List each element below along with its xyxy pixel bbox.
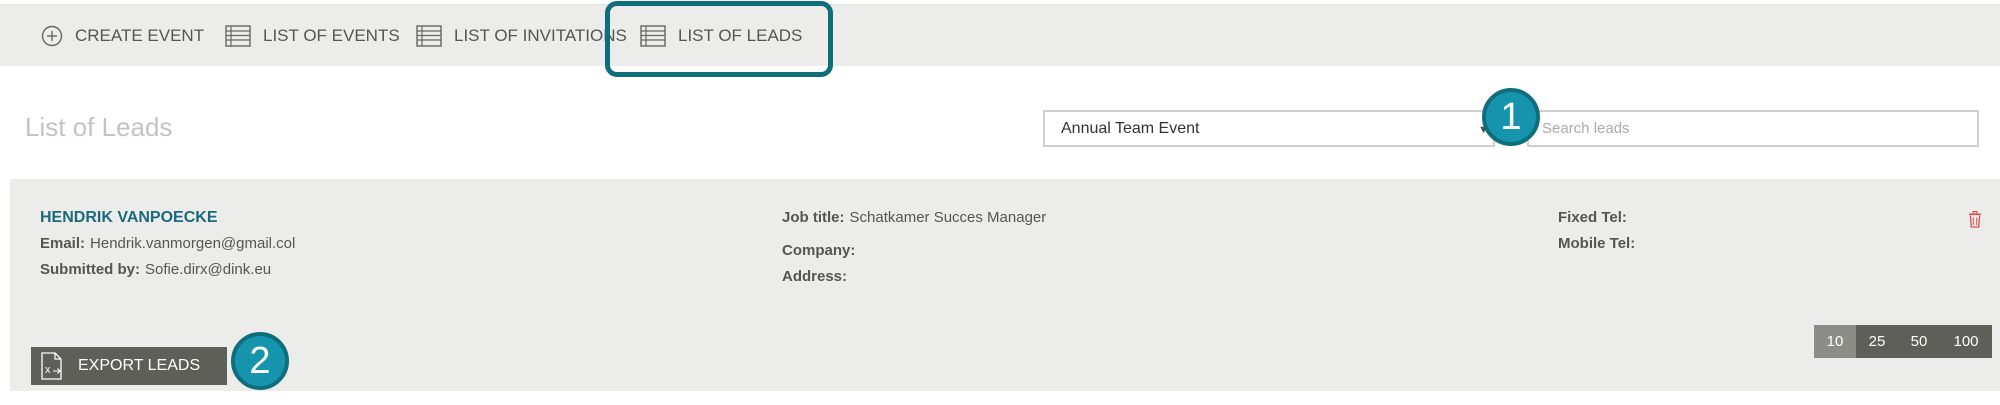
page: CREATE EVENT LIST OF EVENTS LIST OF INVI… [0,0,2000,405]
email-value: Hendrik.vanmorgen@gmail.col [90,235,296,252]
list-table-icon [416,25,442,47]
search-input[interactable] [1527,110,1979,147]
plus-circle-icon [41,25,63,47]
nav-list-of-events[interactable]: LIST OF EVENTS [225,5,400,67]
page-title: List of Leads [25,112,173,142]
export-leads-label: EXPORT LEADS [78,357,201,374]
page-size-selector: 10 25 50 100 [1814,325,1992,358]
svg-text:x: x [45,364,51,376]
address-label: Address: [782,268,848,285]
lead-fixed-tel: Fixed Tel: [1558,209,1632,226]
nav-create-event[interactable]: CREATE EVENT [41,5,204,67]
email-label: Email: [40,235,86,252]
nav-label: LIST OF LEADS [678,26,803,45]
mobile-tel-label: Mobile Tel: [1558,235,1636,252]
callout-2: 2 [231,332,289,390]
lead-address: Address: [782,268,852,285]
export-leads-button[interactable]: x EXPORT LEADS [31,347,227,385]
event-select[interactable]: Annual Team Event ▼ [1043,110,1495,147]
company-label: Company: [782,242,856,259]
nav-label: LIST OF EVENTS [263,26,400,45]
callout-1: 1 [1482,88,1540,146]
page-size-10[interactable]: 10 [1814,325,1856,358]
page-size-100[interactable]: 100 [1940,325,1992,358]
list-table-icon [225,25,251,47]
nav-list-of-invitations[interactable]: LIST OF INVITATIONS [416,5,627,67]
page-size-50[interactable]: 50 [1898,325,1940,358]
list-table-icon [640,25,666,47]
nav-list-of-leads[interactable]: LIST OF LEADS [640,5,802,67]
page-size-25[interactable]: 25 [1856,325,1898,358]
lead-job-title: Job title: Schatkamer Succes Manager [782,209,1046,226]
event-select-value: Annual Team Event [1061,119,1200,137]
job-title-value: Schatkamer Succes Manager [849,209,1047,226]
excel-export-icon: x [40,352,64,380]
lead-submitted-by: Submitted by: Sofie.dirx@dink.eu [40,261,271,278]
nav-label: CREATE EVENT [75,26,205,45]
trash-icon[interactable] [1968,210,1982,233]
fixed-tel-label: Fixed Tel: [1558,209,1627,226]
nav-label: LIST OF INVITATIONS [454,26,627,45]
lead-mobile-tel: Mobile Tel: [1558,235,1640,252]
submitted-by-label: Submitted by: [40,261,140,278]
lead-email: Email: Hendrik.vanmorgen@gmail.col [40,235,295,252]
submitted-by-value: Sofie.dirx@dink.eu [145,261,272,278]
lead-company: Company: [782,242,860,259]
top-navigation: CREATE EVENT LIST OF EVENTS LIST OF INVI… [0,4,2000,66]
lead-name[interactable]: HENDRIK VANPOECKE [40,209,218,227]
lead-card: HENDRIK VANPOECKE Email: Hendrik.vanmorge… [10,179,2000,391]
job-title-label: Job title: [782,209,845,226]
